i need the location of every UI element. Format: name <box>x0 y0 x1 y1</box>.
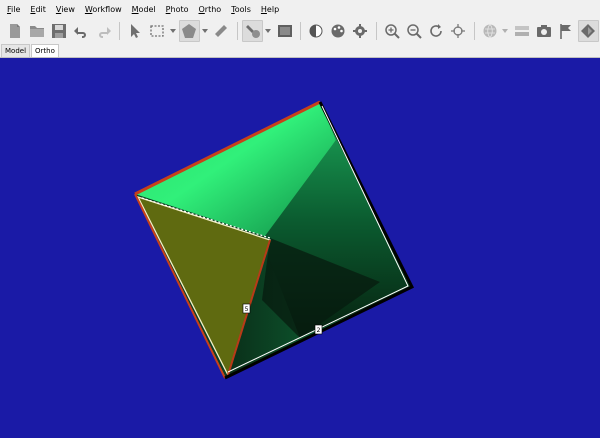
rotate-button[interactable] <box>425 20 446 42</box>
view-tabs: Model Ortho <box>0 44 600 58</box>
chevron-down-icon <box>201 28 208 33</box>
save-icon <box>52 23 67 38</box>
toolbar <box>0 17 600 44</box>
image-button[interactable] <box>274 20 295 42</box>
folder-icon <box>29 25 44 37</box>
contrast-button[interactable] <box>305 20 326 42</box>
layers-button <box>511 20 532 42</box>
edge-marker-2-label: 2 <box>317 327 321 334</box>
edge-marker-5-label: 5 <box>245 306 249 313</box>
new-document-button[interactable] <box>4 20 25 42</box>
menu-bar: File Edit View Workflow Model Photo Orth… <box>0 0 600 17</box>
toolbar-separator <box>236 21 238 40</box>
patch-icon <box>245 24 260 38</box>
ruler-icon <box>215 24 228 37</box>
tab-model[interactable]: Model <box>1 44 31 57</box>
capture-button[interactable] <box>533 20 554 42</box>
marker-button[interactable] <box>555 20 576 42</box>
polygon-dropdown[interactable] <box>201 20 209 42</box>
crosshair-icon <box>451 23 466 38</box>
flag-icon <box>560 23 572 39</box>
zoom-in-button[interactable] <box>381 20 402 42</box>
selection-dropdown[interactable] <box>169 20 177 42</box>
palette-button[interactable] <box>327 20 348 42</box>
settings-button[interactable] <box>350 20 371 42</box>
patch-dropdown[interactable] <box>264 20 272 42</box>
menu-file[interactable]: File <box>2 0 25 17</box>
shape-icon <box>581 23 596 38</box>
cursor-icon <box>130 23 140 38</box>
menu-help[interactable]: Help <box>256 0 284 17</box>
polygon-icon <box>182 23 197 38</box>
layers-icon <box>514 25 529 36</box>
tab-ortho[interactable]: Ortho <box>31 44 59 57</box>
zoom-in-icon <box>384 23 400 39</box>
new-document-icon <box>9 23 20 38</box>
menu-ortho[interactable]: Ortho <box>194 0 227 17</box>
reset-view-button[interactable] <box>448 20 469 42</box>
redo-icon <box>98 26 111 38</box>
menu-workflow[interactable]: Workflow <box>80 0 127 17</box>
rectangle-selection-icon <box>150 24 164 37</box>
ortho-viewport[interactable]: 5 2 <box>0 58 600 438</box>
zoom-out-icon <box>407 23 422 39</box>
palette-icon <box>331 24 345 37</box>
open-button[interactable] <box>26 20 47 42</box>
menu-view[interactable]: View <box>51 0 80 17</box>
toolbar-separator <box>473 21 475 40</box>
chevron-down-icon <box>265 28 272 33</box>
contrast-icon <box>309 24 323 37</box>
undo-button[interactable] <box>71 20 92 42</box>
globe-button <box>479 20 500 42</box>
patch-tool-button[interactable] <box>241 19 264 42</box>
shape-tool-button[interactable] <box>577 19 600 42</box>
chevron-down-icon <box>169 28 176 33</box>
ruler-button[interactable] <box>211 20 232 42</box>
globe-dropdown <box>501 20 509 42</box>
menu-edit[interactable]: Edit <box>25 0 51 17</box>
toolbar-separator <box>119 21 121 40</box>
redo-button <box>93 20 114 42</box>
menu-tools[interactable]: Tools <box>226 0 256 17</box>
menu-photo[interactable]: Photo <box>161 0 194 17</box>
menu-model[interactable]: Model <box>127 0 161 17</box>
zoom-out-button[interactable] <box>403 20 424 42</box>
camera-icon <box>536 24 551 37</box>
save-button[interactable] <box>49 20 70 42</box>
toolbar-separator <box>300 21 302 40</box>
polygon-tool-button[interactable] <box>178 19 200 42</box>
orthomosaic-canvas: 5 2 <box>134 100 415 380</box>
undo-icon <box>74 26 87 38</box>
navigation-tool-button[interactable] <box>124 20 145 42</box>
globe-icon <box>483 23 497 38</box>
rectangle-selection-button[interactable] <box>147 20 168 42</box>
chevron-down-icon <box>502 28 509 33</box>
image-icon <box>277 24 292 37</box>
toolbar-separator <box>375 21 377 40</box>
gear-icon <box>353 23 368 38</box>
refresh-icon <box>430 23 442 37</box>
